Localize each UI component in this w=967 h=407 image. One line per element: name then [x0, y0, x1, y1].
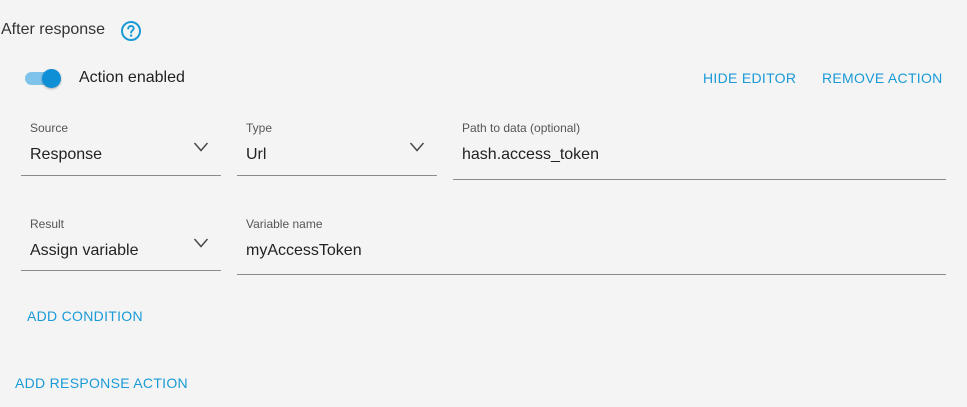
remove-action-button[interactable]: REMOVE ACTION — [822, 68, 943, 88]
type-select[interactable]: Type Url — [237, 121, 437, 176]
type-label: Type — [246, 121, 273, 135]
action-enabled-label: Action enabled — [79, 69, 185, 86]
source-value: Response — [30, 146, 103, 163]
help-icon[interactable] — [120, 20, 142, 42]
type-underline — [237, 175, 437, 176]
path-to-data-input[interactable]: Path to data (optional) hash.access_toke… — [453, 121, 946, 180]
path-underline — [453, 179, 946, 180]
source-label: Source — [30, 121, 69, 135]
result-select[interactable]: Result Assign variable — [21, 217, 221, 271]
add-condition-button[interactable]: ADD CONDITION — [27, 306, 143, 326]
variable-underline — [237, 274, 946, 275]
result-value: Assign variable — [30, 242, 139, 259]
chevron-down-icon — [409, 142, 425, 152]
section-title: After response — [1, 21, 106, 38]
action-enabled-toggle[interactable] — [24, 67, 62, 89]
source-select[interactable]: Source Response — [21, 121, 221, 176]
chevron-down-icon — [193, 142, 209, 152]
source-underline — [21, 175, 221, 176]
path-label: Path to data (optional) — [462, 121, 581, 135]
hide-editor-button[interactable]: HIDE EDITOR — [703, 68, 796, 88]
path-value: hash.access_token — [462, 146, 599, 163]
add-response-action-button[interactable]: ADD RESPONSE ACTION — [15, 373, 188, 393]
result-underline — [21, 270, 221, 271]
result-label: Result — [30, 217, 65, 231]
chevron-down-icon — [193, 238, 209, 248]
variable-name-input[interactable]: Variable name myAccessToken — [237, 217, 946, 275]
type-value: Url — [246, 146, 267, 163]
variable-label: Variable name — [246, 217, 323, 231]
variable-value: myAccessToken — [246, 242, 362, 259]
toggle-thumb — [42, 69, 61, 88]
